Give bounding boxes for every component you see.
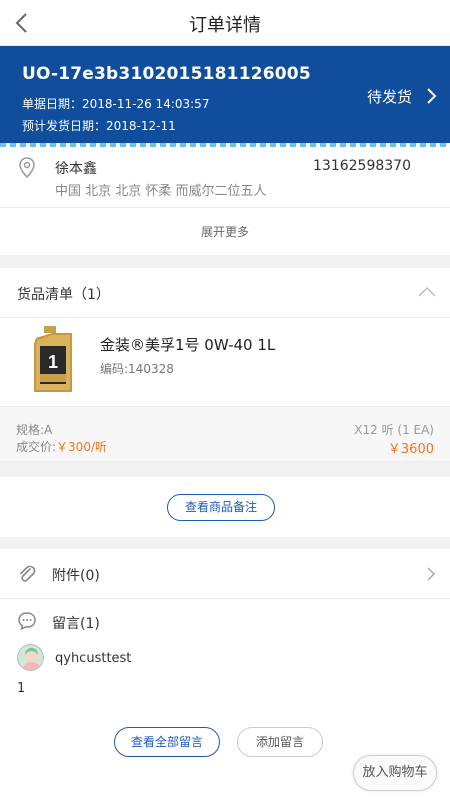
product-total: ￥3600 — [387, 442, 434, 457]
product-spec-row: 规格:A 成交价:￥300/听 X12 听 (1 EA) ￥3600 — [0, 406, 450, 462]
page-title: 订单详情 — [189, 15, 261, 36]
avatar — [17, 644, 44, 671]
expand-more-label: 展开更多 — [200, 225, 249, 239]
order-number: UO-17e3b3102015181126005 — [22, 64, 311, 84]
location-pin-icon — [19, 157, 35, 179]
attachments-row[interactable]: 附件(0) — [0, 549, 450, 599]
order-summary[interactable]: UO-17e3b3102015181126005 单据日期：2018-11-26… — [0, 46, 450, 145]
add-message-button[interactable]: 添加留言 — [237, 727, 323, 757]
deal-price-value: ￥300/听 — [56, 440, 107, 454]
product-note-row: 查看商品备注 — [0, 477, 450, 537]
order-status: 待发货 — [366, 88, 412, 106]
receiver-name: 徐本鑫 — [55, 161, 97, 177]
goods-list-header[interactable]: 货品清单（1） — [0, 268, 450, 318]
paperclip-icon — [20, 565, 36, 582]
chevron-right-icon — [427, 567, 436, 581]
speech-bubble-icon — [18, 612, 36, 631]
goods-list-title: 货品清单（1） — [17, 287, 110, 303]
chevron-up-icon — [418, 286, 436, 297]
product-spec: 规格:A — [16, 423, 53, 437]
product-item[interactable]: 1 金装®美孚1号 0W-40 1L 编码:140328 — [0, 318, 450, 406]
deal-price: 成交价:￥300/听 — [16, 438, 107, 455]
deal-price-label: 成交价: — [16, 440, 57, 454]
product-image: 1 — [34, 326, 72, 392]
receiver-address: 中国 北京 北京 怀柔 而威尔二位五人 — [55, 184, 267, 199]
messages-label: 留言(1) — [52, 616, 100, 632]
attachments-label: 附件(0) — [52, 568, 100, 584]
product-name: 金装®美孚1号 0W-40 1L — [100, 336, 276, 354]
svg-text:1: 1 — [48, 352, 58, 372]
product-quantity: X12 听 (1 EA) — [354, 423, 434, 437]
ship-date: 预计发货日期：2018-12-11 — [22, 119, 176, 133]
avatar-image — [22, 648, 41, 670]
chevron-right-icon — [427, 88, 437, 104]
nav-bar: 订单详情 — [0, 0, 450, 46]
view-product-note-button[interactable]: 查看商品备注 — [167, 494, 275, 521]
add-to-cart-button[interactable]: 放入购物车 — [353, 755, 437, 791]
order-date: 单据日期：2018-11-26 14:03:57 — [22, 97, 210, 111]
message-user: qyhcusttest — [55, 651, 132, 666]
address-card: 徐本鑫 13162598370 中国 北京 北京 怀柔 而威尔二位五人 — [0, 147, 450, 208]
product-code: 编码:140328 — [100, 362, 174, 376]
receiver-phone: 13162598370 — [313, 158, 411, 174]
expand-more[interactable]: 展开更多 — [0, 208, 450, 255]
message-text: 1 — [17, 681, 26, 696]
view-all-messages-button[interactable]: 查看全部留言 — [114, 727, 220, 757]
